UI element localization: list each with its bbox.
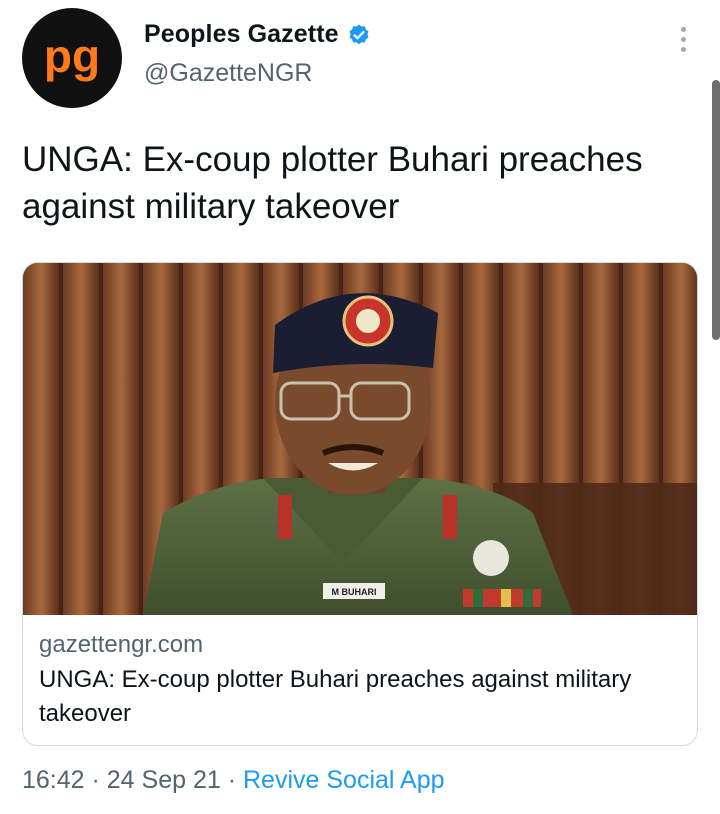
tweet-text: UNGA: Ex-coup plotter Buhari preaches ag…: [22, 140, 643, 226]
verified-badge-icon: [349, 24, 369, 44]
nameplate-text: M BUHARI: [332, 587, 377, 597]
card-title: UNGA: Ex-coup plotter Buhari preaches ag…: [39, 666, 632, 727]
source-app-link[interactable]: Revive Social App: [243, 766, 445, 794]
scrollbar[interactable]: [712, 80, 720, 340]
avatar-logo-text: pg: [44, 30, 100, 82]
avatar[interactable]: pg: [22, 8, 122, 108]
link-card[interactable]: M BUHARI gazettengr.com UNGA: Ex-coup pl…: [22, 262, 698, 746]
tweet-date[interactable]: 24 Sep 21: [107, 766, 221, 794]
meta-separator: ·: [84, 766, 107, 794]
tweet-metadata: 16:42 · 24 Sep 21 · Revive Social App: [22, 766, 445, 795]
display-name[interactable]: Peoples Gazette: [144, 20, 339, 49]
card-image: M BUHARI: [23, 263, 697, 615]
tweet-header: pg Peoples Gazette @GazetteNGR: [22, 8, 720, 108]
card-domain: gazettengr.com: [39, 631, 204, 658]
tweet-time[interactable]: 16:42: [22, 766, 85, 794]
meta-separator-2: ·: [220, 766, 243, 794]
author-info: Peoples Gazette @GazetteNGR: [144, 20, 371, 88]
card-body: gazettengr.com UNGA: Ex-coup plotter Buh…: [39, 631, 681, 731]
handle[interactable]: @GazetteNGR: [144, 59, 371, 88]
more-vertical-icon[interactable]: [668, 24, 698, 54]
peoples-gazette-logo: pg: [44, 30, 100, 82]
